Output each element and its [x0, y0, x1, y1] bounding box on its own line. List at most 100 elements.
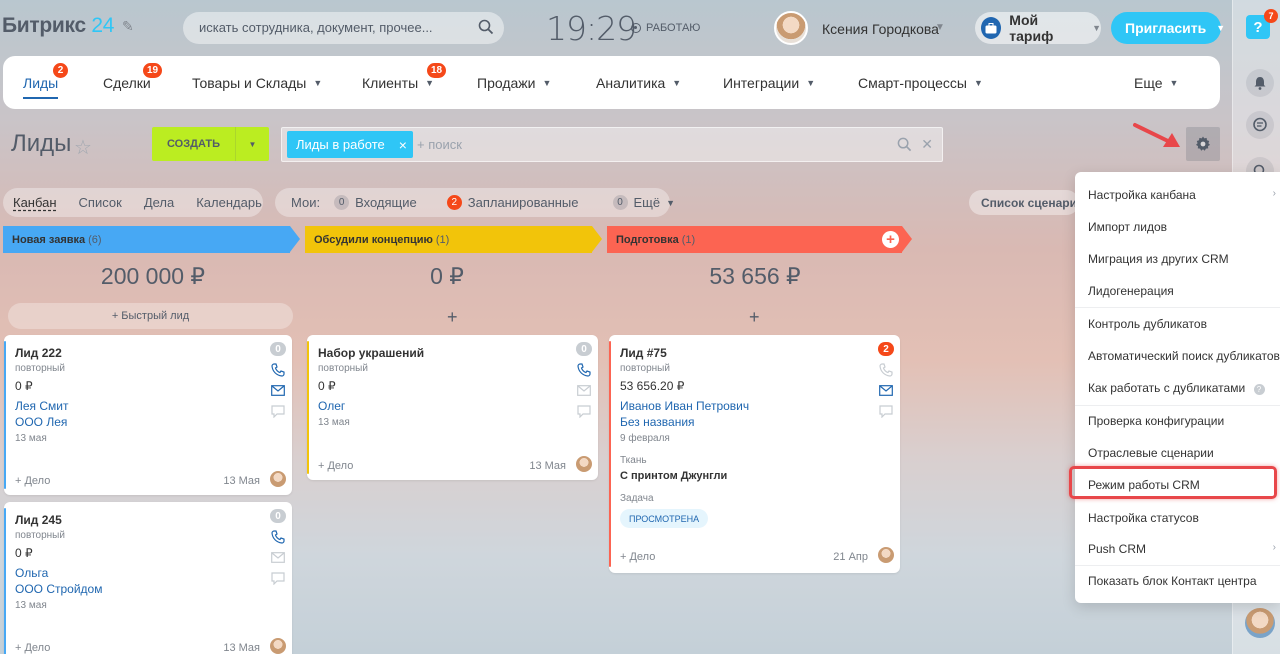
column-header-preparation[interactable]: Подготовка (1) + [607, 226, 912, 253]
menu-item-contact-center[interactable]: Показать блок Контакт центра [1088, 574, 1257, 588]
card-contact[interactable]: Иванов Иван Петрович [620, 399, 749, 413]
column-header-new[interactable]: Новая заявка (6) [3, 226, 300, 253]
menu-item-import-leads[interactable]: Импорт лидов [1088, 220, 1167, 234]
kanban-card[interactable]: Лид #75 2 повторный 53 656.20 ₽ Иванов И… [609, 335, 900, 573]
clock[interactable]: 19:29 [546, 9, 637, 48]
card-company[interactable]: ООО Стройдом [15, 582, 102, 596]
menu-item-duplicate-control[interactable]: Контроль дубликатов [1088, 317, 1207, 331]
scenario-list-button[interactable]: Список сценариев [969, 190, 1079, 215]
card-contact[interactable]: Лея Смит [15, 399, 69, 413]
user-avatar[interactable] [774, 11, 808, 45]
user-name[interactable]: Ксения Городкова [822, 21, 939, 37]
chat-icon[interactable] [577, 405, 591, 418]
menu-item-auto-duplicate-search[interactable]: Автоматический поиск дубликатов [1088, 349, 1280, 363]
phone-icon[interactable] [271, 530, 285, 544]
nav-item-more[interactable]: Еще ▼ [1134, 56, 1178, 109]
menu-item-migration[interactable]: Миграция из других CRM [1088, 252, 1229, 266]
card-title[interactable]: Лид 245 [15, 513, 62, 527]
work-status[interactable]: РАБОТАЮ [631, 22, 700, 34]
settings-button[interactable] [1186, 127, 1220, 161]
create-button[interactable]: СОЗДАТЬ ▼ [152, 127, 269, 161]
search-input[interactable] [199, 20, 469, 35]
incoming-filter[interactable]: Входящие [355, 195, 417, 210]
caret-down-icon[interactable]: ▼ [236, 127, 269, 161]
help-icon[interactable]: ? [1253, 384, 1265, 395]
chevron-down-icon: ▼ [1092, 23, 1101, 33]
menu-item-lead-generation[interactable]: Лидогенерация [1088, 284, 1174, 298]
add-activity-link[interactable]: + Дело [318, 460, 353, 472]
nav-item-leads[interactable]: Лиды [23, 56, 59, 109]
responsible-avatar[interactable] [576, 456, 592, 472]
card-company[interactable]: ООО Лея [15, 415, 67, 429]
planned-filter[interactable]: Запланированные [468, 195, 579, 210]
chevron-down-icon[interactable]: ▼ [935, 22, 945, 33]
menu-item-duplicates-help[interactable]: Как работать с дубликатами ? [1088, 381, 1265, 395]
quick-lead-button[interactable]: + Быстрый лид [8, 303, 293, 329]
filter-box[interactable]: Лиды в работе × ✕ [281, 127, 943, 162]
search-icon[interactable] [897, 137, 912, 152]
menu-item-kanban-settings[interactable]: Настройка канбана [1088, 188, 1196, 202]
tab-list[interactable]: Список [79, 195, 122, 210]
add-activity-link[interactable]: + Дело [15, 642, 50, 654]
global-search[interactable] [183, 12, 504, 44]
edit-pencil-icon[interactable]: ✎ [122, 18, 134, 35]
chat-icon[interactable] [1246, 111, 1274, 139]
tab-activities[interactable]: Дела [144, 195, 174, 210]
nav-item-sales[interactable]: Продажи ▼ [477, 56, 551, 109]
chat-icon[interactable] [271, 572, 285, 585]
chat-icon[interactable] [879, 405, 893, 418]
bell-icon[interactable] [1246, 69, 1274, 97]
menu-item-push-crm[interactable]: Push CRM [1088, 542, 1146, 556]
card-contact[interactable]: Олег [318, 399, 345, 413]
kanban-card[interactable]: Набор украшений 0 повторный 0 ₽ Олег 13 … [307, 335, 598, 480]
add-activity-link[interactable]: + Дело [15, 475, 50, 487]
tab-calendar[interactable]: Календарь [196, 195, 262, 210]
more-filter[interactable]: Ещё [634, 195, 661, 210]
filter-search-input[interactable] [417, 137, 817, 152]
tab-kanban[interactable]: Канбан [13, 195, 57, 210]
user-avatar[interactable] [1245, 608, 1275, 638]
kanban-card[interactable]: Лид 222 0 повторный 0 ₽ Лея Смит ООО Лея… [4, 335, 292, 495]
responsible-avatar[interactable] [270, 471, 286, 487]
card-title[interactable]: Лид #75 [620, 346, 667, 360]
chat-icon[interactable] [271, 405, 285, 418]
menu-item-status-settings[interactable]: Настройка статусов [1088, 511, 1199, 525]
invite-button[interactable]: Пригласить ▼ [1111, 12, 1225, 44]
add-stage-icon[interactable]: + [882, 231, 899, 248]
mail-icon[interactable] [271, 385, 285, 396]
menu-item-config-check[interactable]: Проверка конфигурации [1088, 414, 1224, 428]
card-title[interactable]: Лид 222 [15, 346, 62, 360]
nav-item-deals[interactable]: Сделки [103, 56, 151, 109]
mail-icon[interactable] [271, 552, 285, 563]
mail-icon[interactable] [879, 385, 893, 396]
tariff-button[interactable]: Мой тариф ▼ [975, 12, 1101, 44]
star-icon[interactable]: ☆ [74, 135, 92, 160]
clear-icon[interactable]: ✕ [921, 136, 933, 153]
nav-item-analytics[interactable]: Аналитика ▼ [596, 56, 681, 109]
responsible-avatar[interactable] [270, 638, 286, 654]
nav-item-products[interactable]: Товары и Склады ▼ [192, 56, 322, 109]
menu-item-industry-scenarios[interactable]: Отраслевые сценарии [1088, 446, 1214, 460]
kanban-card[interactable]: Лид 245 0 повторный 0 ₽ Ольга ООО Стройд… [4, 502, 292, 654]
column-header-discussed[interactable]: Обсудили концепцию (1) [305, 226, 602, 253]
phone-icon[interactable] [271, 363, 285, 377]
create-label[interactable]: СОЗДАТЬ [152, 127, 236, 161]
chevron-down-icon[interactable]: ▼ [666, 198, 675, 208]
card-contact[interactable]: Ольга [15, 566, 48, 580]
phone-icon[interactable] [577, 363, 591, 377]
nav-item-clients[interactable]: Клиенты ▼ [362, 56, 434, 109]
card-company[interactable]: Без названия [620, 415, 695, 429]
mail-icon[interactable] [577, 385, 591, 396]
phone-icon[interactable] [879, 363, 893, 377]
logo[interactable]: Битрикс 24 [2, 14, 114, 38]
add-card-button[interactable]: + [749, 307, 760, 328]
add-card-button[interactable]: + [447, 307, 458, 328]
nav-item-smart-processes[interactable]: Смарт-процессы ▼ [858, 56, 983, 109]
nav-item-integrations[interactable]: Интеграции ▼ [723, 56, 815, 109]
search-icon[interactable] [478, 19, 494, 35]
responsible-avatar[interactable] [878, 547, 894, 563]
filter-tag[interactable]: Лиды в работе × [287, 131, 413, 158]
close-icon[interactable]: × [399, 137, 407, 153]
card-title[interactable]: Набор украшений [318, 346, 424, 360]
add-activity-link[interactable]: + Дело [620, 551, 655, 563]
